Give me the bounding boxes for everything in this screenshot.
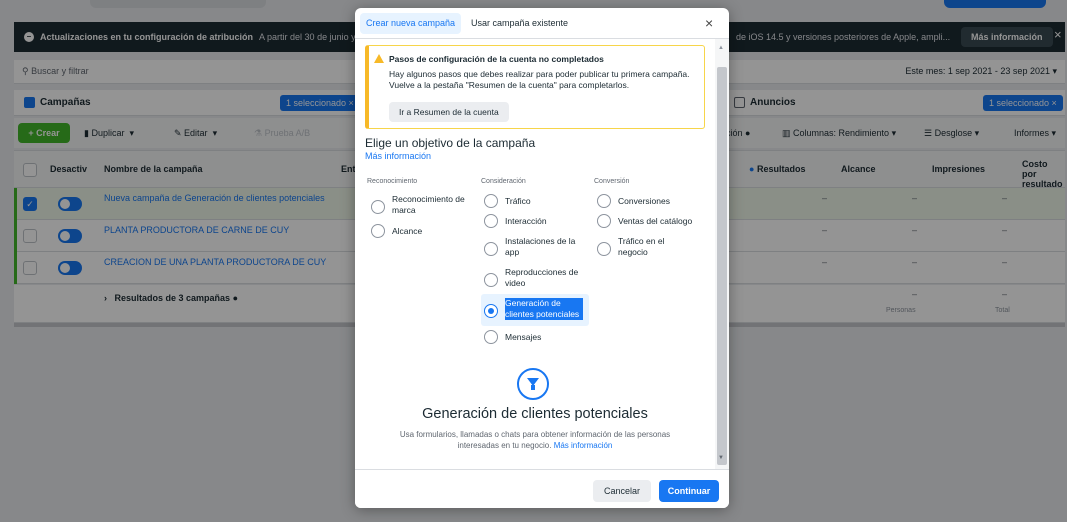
radio-engagement[interactable] bbox=[484, 214, 498, 228]
radio-app-installs[interactable] bbox=[484, 242, 498, 256]
warning-body: Hay algunos pasos que debes realizar par… bbox=[389, 69, 690, 90]
radio-messages[interactable] bbox=[484, 330, 498, 344]
radio-brand-awareness[interactable] bbox=[371, 200, 385, 214]
go-to-account-overview-button[interactable]: Ir a Resumen de la cuenta bbox=[389, 102, 509, 122]
label-reach: Alcance bbox=[392, 226, 423, 236]
objective-messages[interactable]: Mensajes bbox=[484, 330, 584, 344]
close-icon[interactable]: × bbox=[705, 15, 713, 31]
objective-traffic[interactable]: Tráfico bbox=[484, 194, 584, 208]
scroll-down-icon[interactable]: ▼ bbox=[718, 455, 724, 461]
label-messages: Mensajes bbox=[505, 332, 542, 342]
scroll-up-icon[interactable]: ▲ bbox=[718, 45, 724, 51]
label-traffic: Tráfico bbox=[505, 196, 531, 206]
selected-objective-description: Usa formularios, llamadas o chats para o… bbox=[385, 429, 685, 451]
radio-traffic[interactable] bbox=[484, 194, 498, 208]
objective-brand-awareness[interactable]: Reconocimiento de marca bbox=[371, 194, 471, 216]
label-video-views: Reproducciones de video bbox=[505, 267, 579, 288]
objective-engagement[interactable]: Interacción bbox=[484, 214, 584, 228]
scrollbar-thumb[interactable] bbox=[717, 67, 727, 465]
objective-more-info-link[interactable]: Más información bbox=[365, 151, 431, 161]
column-consideration-heading: Consideración bbox=[481, 178, 526, 185]
tab-create-new-campaign[interactable]: Crear nueva campaña bbox=[360, 13, 462, 34]
radio-reach[interactable] bbox=[371, 224, 385, 238]
account-setup-warning: Pasos de configuración de la cuenta no c… bbox=[365, 45, 705, 129]
objective-lead-generation[interactable]: Generación de clientes potenciales bbox=[484, 298, 584, 320]
column-conversion-heading: Conversión bbox=[594, 178, 630, 185]
funnel-icon bbox=[517, 368, 549, 400]
label-store-traffic: Tráfico en el negocio bbox=[618, 236, 665, 257]
selected-objective-more-info-link[interactable]: Más información bbox=[554, 441, 613, 450]
selected-objective-title: Generación de clientes potenciales bbox=[422, 406, 648, 422]
label-conversions: Conversiones bbox=[618, 196, 670, 206]
label-catalog-sales: Ventas del catálogo bbox=[618, 216, 693, 226]
label-lead-generation: Generación de clientes potenciales bbox=[505, 298, 583, 320]
dialog-footer: Cancelar Continuar bbox=[355, 469, 729, 508]
continue-button[interactable]: Continuar bbox=[659, 480, 719, 502]
objective-reach[interactable]: Alcance bbox=[371, 224, 471, 238]
objective-heading: Elige un objetivo de la campaña bbox=[365, 136, 536, 150]
funnel-icon-stem bbox=[531, 385, 535, 390]
radio-conversions[interactable] bbox=[597, 194, 611, 208]
selected-objective-description-text: Usa formularios, llamadas o chats para o… bbox=[399, 430, 671, 450]
cancel-button[interactable]: Cancelar bbox=[593, 480, 651, 502]
label-app-installs: Instalaciones de la app bbox=[505, 236, 576, 257]
dialog-tabs: Crear nueva campaña Usar campaña existen… bbox=[355, 8, 729, 39]
warning-title: Pasos de configuración de la cuenta no c… bbox=[389, 54, 604, 64]
objective-video-views[interactable]: Reproducciones de video bbox=[484, 267, 584, 289]
objective-conversions[interactable]: Conversiones bbox=[597, 194, 707, 208]
column-awareness-heading: Reconocimiento bbox=[367, 178, 418, 185]
objective-catalog-sales[interactable]: Ventas del catálogo bbox=[597, 214, 707, 228]
tab-use-existing-campaign[interactable]: Usar campaña existente bbox=[465, 13, 574, 34]
label-brand-awareness: Reconocimiento de marca bbox=[392, 194, 465, 215]
radio-lead-generation[interactable] bbox=[484, 304, 498, 318]
radio-store-traffic[interactable] bbox=[597, 242, 611, 256]
label-engagement: Interacción bbox=[505, 216, 547, 226]
objective-app-installs[interactable]: Instalaciones de la app bbox=[484, 236, 584, 258]
dialog-scrollbar[interactable]: ▲ ▼ bbox=[715, 39, 729, 469]
radio-video-views[interactable] bbox=[484, 273, 498, 287]
create-campaign-dialog: Crear nueva campaña Usar campaña existen… bbox=[355, 8, 729, 508]
warning-icon bbox=[374, 54, 384, 63]
radio-catalog-sales[interactable] bbox=[597, 214, 611, 228]
objective-store-traffic[interactable]: Tráfico en el negocio bbox=[597, 236, 707, 258]
